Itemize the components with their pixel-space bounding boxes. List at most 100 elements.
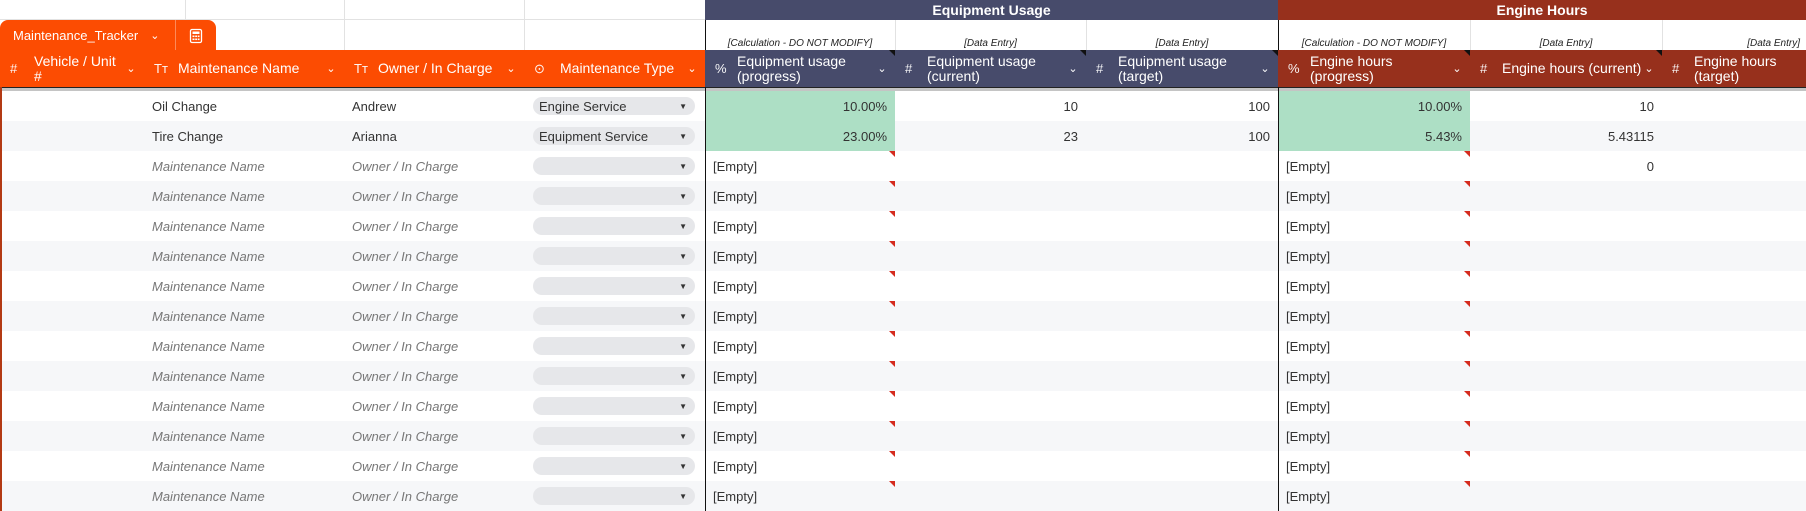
dropdown-arrow-icon[interactable]: ▼ <box>679 282 687 291</box>
maintenance-type-select[interactable]: ▼ <box>533 487 695 505</box>
chevron-down-icon[interactable]: ⌄ <box>875 62 889 75</box>
equipment-current-cell[interactable]: 23 <box>895 121 1086 151</box>
table-row[interactable]: Maintenance Name Owner / In Charge ▼ [Empty… <box>0 421 1806 451</box>
engine-target-cell[interactable] <box>1662 391 1806 421</box>
equipment-progress-empty-cell[interactable]: [Empty] <box>705 331 895 361</box>
engine-target-cell[interactable] <box>1662 481 1806 511</box>
engine-current-cell[interactable] <box>1470 451 1662 481</box>
engine-current-cell[interactable]: 0 <box>1470 151 1662 181</box>
maintenance-name-placeholder[interactable]: Maintenance Name <box>152 241 340 271</box>
engine-progress-empty-cell[interactable]: [Empty] <box>1278 391 1470 421</box>
dropdown-arrow-icon[interactable]: ▼ <box>679 312 687 321</box>
column-header-maintenance-name[interactable]: Tт Maintenance Name ⌄ <box>144 50 344 87</box>
equipment-target-cell[interactable] <box>1086 181 1278 211</box>
table-row[interactable]: Oil Change Andrew Engine Service ▼ 10.00% 10 1… <box>0 91 1806 121</box>
chevron-down-icon[interactable]: ⌄ <box>1450 62 1464 75</box>
owner-cell[interactable]: Arianna <box>352 121 522 151</box>
chevron-down-icon[interactable]: ⌄ <box>324 62 338 75</box>
engine-progress-empty-cell[interactable]: [Empty] <box>1278 331 1470 361</box>
maintenance-type-select[interactable]: ▼ <box>533 427 695 445</box>
maintenance-name-placeholder[interactable]: Maintenance Name <box>152 361 340 391</box>
maintenance-type-select[interactable]: ▼ <box>533 397 695 415</box>
dropdown-arrow-icon[interactable]: ▼ <box>679 102 687 111</box>
maintenance-name-placeholder[interactable]: Maintenance Name <box>152 271 340 301</box>
equipment-progress-empty-cell[interactable]: [Empty] <box>705 241 895 271</box>
equipment-target-cell[interactable] <box>1086 361 1278 391</box>
maintenance-type-cell[interactable]: ▼ <box>533 331 695 361</box>
engine-target-cell[interactable] <box>1662 451 1806 481</box>
engine-progress-cell[interactable]: 5.43% <box>1278 121 1470 151</box>
maintenance-type-cell[interactable]: ▼ <box>533 181 695 211</box>
equipment-target-cell[interactable] <box>1086 331 1278 361</box>
equipment-current-cell[interactable] <box>895 391 1086 421</box>
table-row[interactable]: Maintenance Name Owner / In Charge ▼ [Empty… <box>0 211 1806 241</box>
equipment-target-cell[interactable] <box>1086 241 1278 271</box>
engine-target-cell[interactable] <box>1662 241 1806 271</box>
equipment-progress-empty-cell[interactable]: [Empty] <box>705 151 895 181</box>
maintenance-type-select[interactable]: ▼ <box>533 217 695 235</box>
maintenance-type-cell[interactable]: ▼ <box>533 481 695 511</box>
engine-target-cell[interactable] <box>1662 151 1806 181</box>
vehicle-cell[interactable] <box>0 391 140 421</box>
maintenance-type-cell[interactable]: ▼ <box>533 301 695 331</box>
engine-progress-empty-cell[interactable]: [Empty] <box>1278 271 1470 301</box>
engine-current-cell[interactable] <box>1470 331 1662 361</box>
table-row[interactable]: Tire Change Arianna Equipment Service ▼ 23.0… <box>0 121 1806 151</box>
maintenance-name-placeholder[interactable]: Maintenance Name <box>152 151 340 181</box>
equipment-target-cell[interactable] <box>1086 301 1278 331</box>
maintenance-type-select[interactable]: Equipment Service ▼ <box>533 127 695 145</box>
maintenance-type-select[interactable]: ▼ <box>533 247 695 265</box>
dropdown-arrow-icon[interactable]: ▼ <box>679 372 687 381</box>
engine-progress-empty-cell[interactable]: [Empty] <box>1278 241 1470 271</box>
equipment-target-cell[interactable] <box>1086 451 1278 481</box>
dropdown-arrow-icon[interactable]: ▼ <box>679 132 687 141</box>
owner-placeholder[interactable]: Owner / In Charge <box>352 481 522 511</box>
equipment-progress-empty-cell[interactable]: [Empty] <box>705 271 895 301</box>
equipment-progress-empty-cell[interactable]: [Empty] <box>705 301 895 331</box>
column-header-engine-hours-target[interactable]: # Engine hours (target) <box>1662 50 1806 87</box>
engine-target-cell[interactable] <box>1662 271 1806 301</box>
owner-cell[interactable]: Andrew <box>352 91 522 121</box>
maintenance-type-select[interactable]: ▼ <box>533 277 695 295</box>
maintenance-name-placeholder[interactable]: Maintenance Name <box>152 481 340 511</box>
vehicle-cell[interactable] <box>0 301 140 331</box>
engine-progress-empty-cell[interactable]: [Empty] <box>1278 361 1470 391</box>
engine-current-cell[interactable] <box>1470 361 1662 391</box>
chevron-down-icon[interactable]: ⌄ <box>124 62 138 75</box>
vehicle-cell[interactable] <box>0 121 140 151</box>
engine-progress-empty-cell[interactable]: [Empty] <box>1278 211 1470 241</box>
maintenance-type-cell[interactable]: ▼ <box>533 391 695 421</box>
chevron-down-icon[interactable]: ⌄ <box>1258 62 1272 75</box>
engine-current-cell[interactable] <box>1470 301 1662 331</box>
equipment-current-cell[interactable] <box>895 451 1086 481</box>
owner-placeholder[interactable]: Owner / In Charge <box>352 391 522 421</box>
equipment-progress-empty-cell[interactable]: [Empty] <box>705 211 895 241</box>
vehicle-cell[interactable] <box>0 151 140 181</box>
equipment-target-cell[interactable] <box>1086 151 1278 181</box>
engine-current-cell[interactable] <box>1470 211 1662 241</box>
chevron-down-icon[interactable]: ⌄ <box>1642 62 1656 75</box>
maintenance-type-cell[interactable]: ▼ <box>533 361 695 391</box>
maintenance-name-placeholder[interactable]: Maintenance Name <box>152 391 340 421</box>
maintenance-name-placeholder[interactable]: Maintenance Name <box>152 331 340 361</box>
maintenance-name-placeholder[interactable]: Maintenance Name <box>152 181 340 211</box>
dropdown-arrow-icon[interactable]: ▼ <box>679 222 687 231</box>
equipment-progress-empty-cell[interactable]: [Empty] <box>705 361 895 391</box>
dropdown-arrow-icon[interactable]: ▼ <box>679 192 687 201</box>
equipment-target-cell[interactable] <box>1086 421 1278 451</box>
maintenance-type-cell[interactable]: ▼ <box>533 151 695 181</box>
owner-placeholder[interactable]: Owner / In Charge <box>352 331 522 361</box>
owner-placeholder[interactable]: Owner / In Charge <box>352 421 522 451</box>
maintenance-name-placeholder[interactable]: Maintenance Name <box>152 301 340 331</box>
column-header-engine-hours-progress[interactable]: % Engine hours (progress) ⌄ <box>1278 50 1470 87</box>
maintenance-name-placeholder[interactable]: Maintenance Name <box>152 451 340 481</box>
table-row[interactable]: Maintenance Name Owner / In Charge ▼ [Empty… <box>0 241 1806 271</box>
maintenance-type-cell[interactable]: ▼ <box>533 271 695 301</box>
maintenance-type-select[interactable]: ▼ <box>533 457 695 475</box>
maintenance-name-cell[interactable]: Tire Change <box>152 121 340 151</box>
column-header-owner[interactable]: Tт Owner / In Charge ⌄ <box>344 50 524 87</box>
table-row[interactable]: Maintenance Name Owner / In Charge ▼ [Empty… <box>0 391 1806 421</box>
equipment-current-cell[interactable] <box>895 271 1086 301</box>
table-row[interactable]: Maintenance Name Owner / In Charge ▼ [Empty… <box>0 271 1806 301</box>
table-row[interactable]: Maintenance Name Owner / In Charge ▼ [Empty… <box>0 151 1806 181</box>
